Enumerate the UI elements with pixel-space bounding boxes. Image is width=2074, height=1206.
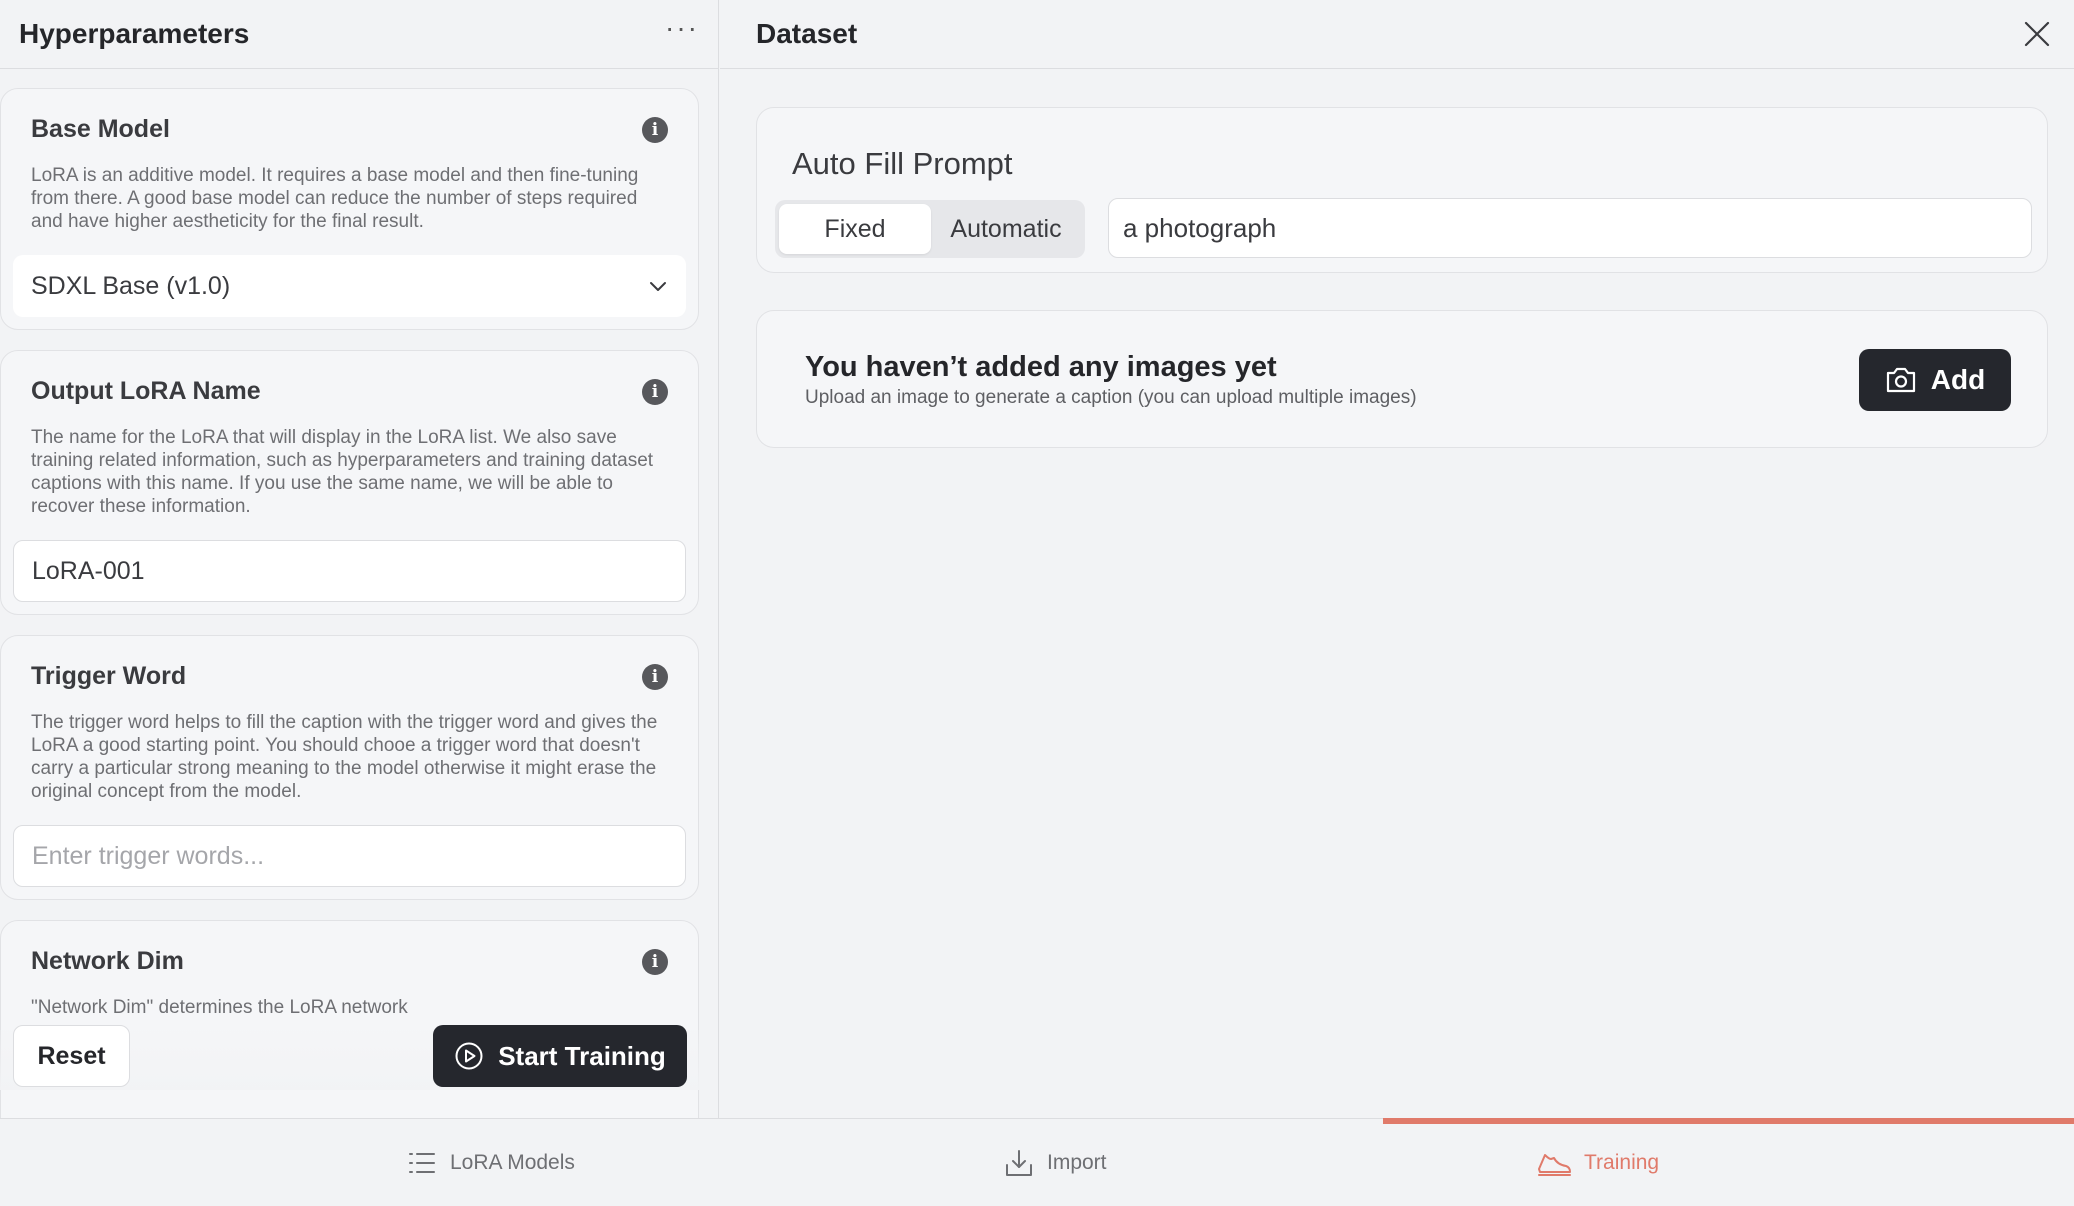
base-model-card: Base Model i LoRA is an additive model. … (0, 88, 699, 330)
training-icon (1538, 1154, 1571, 1176)
training-actions: Reset Start Training (0, 1024, 718, 1118)
start-training-button[interactable]: Start Training (433, 1025, 687, 1087)
app-window: Hyperparameters ··· Base Model i LoRA is… (0, 0, 2074, 1206)
bottom-tab-bar: LoRA Models Import Training (0, 1118, 2074, 1206)
info-icon[interactable]: i (642, 663, 668, 690)
active-tab-indicator (1383, 1118, 2074, 1124)
output-name-field[interactable] (13, 540, 686, 602)
info-icon[interactable]: i (642, 116, 668, 143)
chevron-down-icon (650, 282, 666, 291)
camera-icon (1886, 367, 1915, 393)
output-name-title: Output LoRA Name (31, 377, 261, 405)
tab-training[interactable]: Training (1536, 1119, 1659, 1206)
tab-import[interactable]: Import (1003, 1119, 1107, 1206)
hyperparameters-header: Hyperparameters ··· (0, 0, 718, 69)
dataset-title: Dataset (756, 18, 858, 49)
auto-fill-prompt-title: Auto Fill Prompt (792, 146, 1013, 181)
tab-lora-models[interactable]: LoRA Models (406, 1119, 575, 1206)
list-icon (409, 1153, 435, 1173)
base-model-title: Base Model (31, 115, 170, 143)
prompt-field[interactable] (1108, 198, 2032, 258)
tab-import-label: Import (1047, 1151, 1107, 1174)
trigger-word-card: Trigger Word i The trigger word helps to… (0, 635, 699, 900)
tab-training-label: Training (1584, 1151, 1660, 1174)
dataset-panel: Dataset Auto Fill Prompt Fixed Automatic… (720, 0, 2074, 1118)
output-name-description: The name for the LoRA that will display … (31, 427, 654, 517)
mode-fixed-button[interactable]: Fixed (779, 204, 931, 254)
dataset-header: Dataset (720, 0, 2074, 69)
prompt-mode-toggle: Fixed Automatic (775, 200, 1085, 258)
network-dim-title: Network Dim (31, 947, 184, 975)
empty-state-subtitle: Upload an image to generate a caption (y… (805, 387, 1417, 408)
hyperparameters-title: Hyperparameters (19, 18, 250, 49)
mode-automatic-button[interactable]: Automatic (931, 204, 1081, 254)
close-icon[interactable] (2022, 19, 2052, 49)
auto-fill-prompt-card: Auto Fill Prompt Fixed Automatic (756, 107, 2048, 273)
base-model-select[interactable]: SDXL Base (v1.0) (13, 255, 686, 317)
import-icon (1006, 1150, 1032, 1176)
base-model-selected-value: SDXL Base (v1.0) (31, 271, 231, 300)
prompt-input[interactable] (1123, 212, 2017, 244)
trigger-word-title: Trigger Word (31, 662, 187, 690)
output-name-input[interactable] (32, 556, 667, 586)
info-icon[interactable]: i (642, 378, 668, 405)
tab-lora-models-label: LoRA Models (450, 1151, 575, 1174)
settings-list[interactable]: Base Model i LoRA is an additive model. … (0, 88, 700, 1118)
empty-dataset-card: You haven’t added any images yet Upload … (756, 310, 2048, 448)
output-name-card: Output LoRA Name i The name for the LoRA… (0, 350, 699, 615)
add-images-button[interactable]: Add (1859, 349, 2011, 411)
add-label: Add (1930, 364, 1986, 395)
base-model-description: LoRA is an additive model. It requires a… (31, 165, 639, 232)
info-icon[interactable]: i (642, 948, 668, 975)
hyperparameters-panel: Hyperparameters ··· Base Model i LoRA is… (0, 0, 719, 1118)
trigger-word-description: The trigger word helps to fill the capti… (31, 712, 658, 802)
trigger-word-input[interactable] (32, 841, 667, 871)
more-options-button[interactable]: ··· (665, 14, 699, 42)
empty-state-title: You haven’t added any images yet (805, 351, 1277, 383)
reset-button[interactable]: Reset (13, 1025, 130, 1087)
trigger-word-field[interactable] (13, 825, 686, 887)
start-training-label: Start Training (498, 1040, 666, 1071)
play-circle-icon (455, 1042, 483, 1070)
